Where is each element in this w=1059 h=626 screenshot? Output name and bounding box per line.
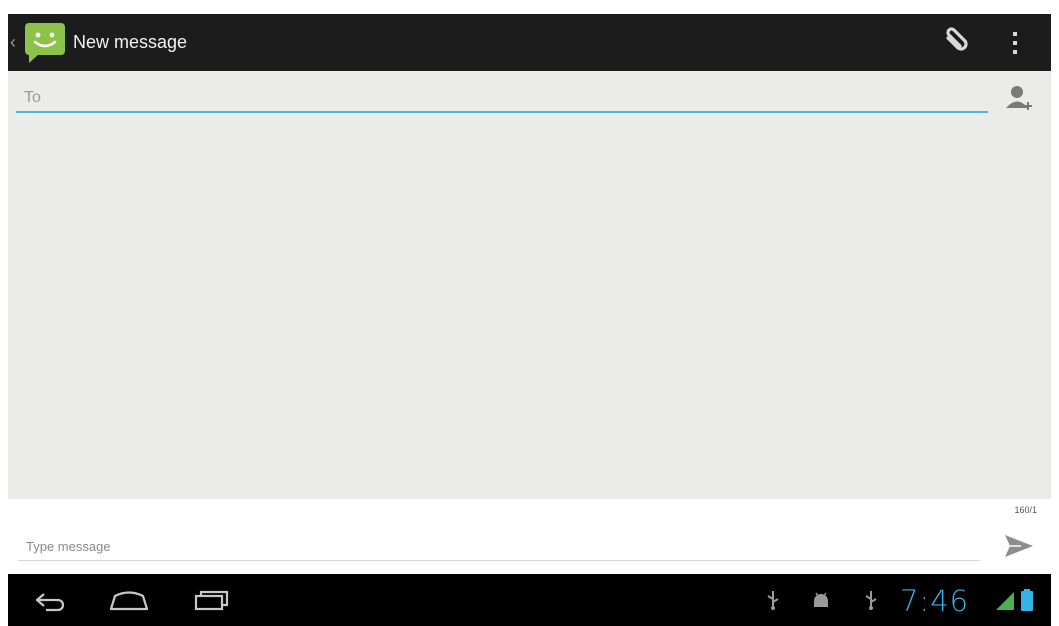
recipient-area [8, 71, 1051, 499]
page-title: New message [73, 32, 188, 52]
send-icon[interactable] [1001, 531, 1037, 561]
message-field [18, 532, 980, 561]
up-caret-icon[interactable]: ‹ [10, 32, 16, 53]
character-counter: 160/1 [1014, 505, 1037, 515]
recent-apps-icon[interactable] [190, 585, 232, 615]
to-field [16, 85, 988, 113]
message-input[interactable] [18, 532, 980, 560]
usb-icon [767, 591, 779, 610]
status-clock: 7:46 [900, 584, 970, 618]
battery-icon [1021, 589, 1033, 611]
recipient-input[interactable] [16, 85, 988, 111]
compose-area: 160/1 [8, 499, 1051, 574]
app-screen: ‹ New message 160/1 [8, 14, 1051, 626]
overflow-menu-icon[interactable] [1004, 26, 1026, 60]
home-icon[interactable] [106, 585, 152, 615]
back-icon[interactable] [30, 585, 70, 615]
system-nav-bar: 7:46 [8, 574, 1051, 626]
paperclip-icon[interactable] [938, 24, 974, 60]
signal-icon [996, 592, 1014, 610]
messaging-app-icon[interactable] [23, 21, 67, 65]
android-debug-icon [814, 592, 828, 607]
usb-icon [865, 591, 877, 610]
action-bar: ‹ New message [8, 14, 1051, 71]
add-contact-icon[interactable] [1002, 81, 1036, 115]
